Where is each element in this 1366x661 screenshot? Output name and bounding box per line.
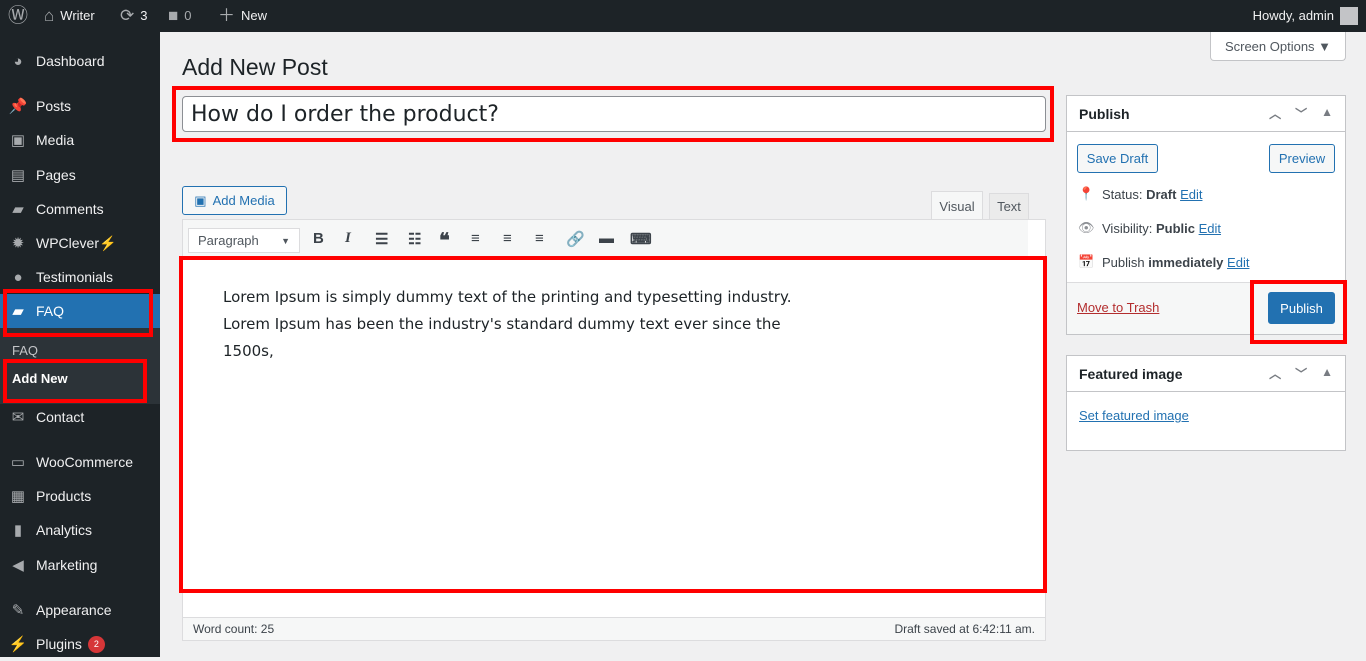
chevron-up-icon[interactable]: ︿ (1269, 105, 1281, 122)
plug-icon: ⚡ (8, 636, 28, 653)
sidebar-item-dashboard[interactable]: ◕ Dashboard (0, 44, 160, 78)
post-title-input[interactable] (182, 96, 1046, 132)
update-badge: 2 (87, 635, 105, 653)
bold-icon[interactable]: B (313, 230, 324, 247)
pin-icon: 📌 (8, 98, 28, 115)
sidebar-item-marketing[interactable]: ◀ Marketing (0, 548, 160, 582)
comment-icon: ■ (168, 6, 179, 25)
align-left-icon[interactable]: ≡ (471, 230, 480, 247)
sidebar-item-pages[interactable]: ▤ Pages (0, 158, 160, 192)
sidebar-item-plugins[interactable]: ⚡ Plugins 2 (0, 627, 160, 661)
chevron-up-icon[interactable]: ︿ (1269, 365, 1281, 382)
bulb-icon: ✹ (11, 235, 25, 252)
format-select[interactable]: Paragraph ▼ (188, 228, 300, 253)
featured-image-title: Featured image (1079, 365, 1183, 382)
brush-icon: ✎ (11, 602, 25, 619)
status-row: 📍 Status: Draft Edit (1078, 186, 1203, 202)
sidebar-item-appearance[interactable]: ✎ Appearance (0, 593, 160, 627)
editor-container (182, 219, 1046, 641)
align-right-icon[interactable]: ≡ (535, 230, 544, 247)
schedule-row: 📅 Publish immediately Edit (1078, 254, 1250, 270)
plus-icon: ＋ (218, 6, 235, 25)
account-menu[interactable]: Howdy, admin (1253, 0, 1358, 32)
sidebar-item-wpclever[interactable]: ✹ WPClever⚡ (0, 226, 160, 260)
updates-link[interactable]: ⟳ 3 (120, 0, 147, 32)
avatar (1340, 7, 1358, 25)
sidebar-item-products[interactable]: ▦ Products (0, 479, 160, 513)
page-title: Add New Post (182, 54, 328, 80)
toolbar-toggle-icon[interactable]: ⌨ (630, 230, 652, 248)
sidebar-item-contact[interactable]: ✉ Contact (0, 400, 160, 434)
comment-icon: ▰ (12, 201, 24, 218)
bullet-list-icon[interactable]: ☰ (375, 230, 388, 248)
user-icon: ● (13, 268, 23, 286)
publish-box-title: Publish (1079, 105, 1130, 122)
publish-button[interactable]: Publish (1268, 292, 1335, 324)
set-featured-image-link[interactable]: Set featured image (1079, 408, 1189, 423)
comments-link[interactable]: ■ 0 (168, 0, 192, 32)
chevron-down-icon[interactable]: ﹀ (1295, 105, 1307, 122)
align-center-icon[interactable]: ≡ (503, 230, 512, 247)
media-icon: ▣ (194, 192, 207, 208)
sidebar-item-media[interactable]: ▣ Media (0, 123, 160, 157)
toggle-panel-icon[interactable]: ▲ (1321, 105, 1333, 122)
archive-icon: ▦ (10, 488, 26, 505)
preview-button[interactable]: Preview (1269, 144, 1335, 173)
wordpress-logo-icon[interactable]: Ⓦ (8, 0, 28, 32)
site-link[interactable]: ⌂ Writer (44, 0, 95, 32)
dashboard-icon: ◕ (13, 52, 23, 70)
edit-status-link[interactable]: Edit (1180, 187, 1202, 202)
link-icon[interactable]: 🔗 (566, 230, 585, 248)
autosave-status: Draft saved at 6:42:11 am. (894, 622, 1035, 636)
tab-visual[interactable]: Visual (931, 191, 983, 220)
save-draft-button[interactable]: Save Draft (1077, 144, 1158, 173)
admin-bar: Ⓦ ⌂ Writer ⟳ 3 ■ 0 ＋ New Howdy, admin (0, 0, 1366, 32)
visibility-row: 👁 Visibility: Public Edit (1078, 220, 1222, 236)
sidebar-item-analytics[interactable]: ▮ Analytics (0, 513, 160, 547)
pages-icon: ▤ (10, 167, 26, 184)
word-count: Word count: 25 (193, 622, 275, 636)
calendar-icon: 📅 (1078, 254, 1095, 269)
faq-submenu (0, 328, 160, 404)
folder-icon: ▰ (12, 303, 24, 320)
toggle-panel-icon[interactable]: ▲ (1321, 365, 1333, 382)
add-media-button[interactable]: ▣ Add Media (182, 186, 287, 215)
woo-icon: ▭ (10, 454, 26, 471)
move-to-trash-link[interactable]: Move to Trash (1077, 300, 1159, 315)
edit-visibility-link[interactable]: Edit (1199, 221, 1221, 236)
chevron-down-icon[interactable]: ﹀ (1295, 365, 1307, 382)
chart-icon: ▮ (13, 522, 23, 539)
blockquote-icon[interactable]: ❝ (439, 228, 450, 253)
new-content-link[interactable]: ＋ New (218, 0, 267, 32)
submenu-faq[interactable]: FAQ (12, 343, 38, 358)
submenu-add-new[interactable]: Add New (12, 371, 68, 386)
read-more-icon[interactable]: ▬ (599, 230, 614, 247)
editor-status-bar: Word count: 25 Draft saved at 6:42:11 am… (183, 617, 1045, 640)
refresh-icon: ⟳ (120, 6, 135, 25)
pin-icon: 📍 (1078, 186, 1095, 201)
numbered-list-icon[interactable]: ☷ (408, 230, 421, 248)
editor-content[interactable]: Lorem Ipsum is simply dummy text of the … (223, 284, 813, 365)
sidebar-item-faq[interactable]: ▰ FAQ (0, 294, 160, 328)
megaphone-icon: ◀ (12, 557, 24, 574)
media-icon: ▣ (10, 132, 26, 149)
edit-schedule-link[interactable]: Edit (1227, 255, 1249, 270)
screen-options-button[interactable]: Screen Options ▼ (1210, 32, 1346, 61)
home-icon: ⌂ (44, 6, 55, 25)
featured-image-box: Featured image ︿ ﹀ ▲ Set featured image (1066, 355, 1346, 451)
tab-text[interactable]: Text (989, 193, 1029, 220)
eye-icon: 👁 (1078, 220, 1095, 235)
sidebar-item-comments[interactable]: ▰ Comments (0, 192, 160, 226)
chevron-down-icon: ▼ (281, 235, 290, 246)
sidebar-item-testimonials[interactable]: ● Testimonials (0, 260, 160, 294)
sidebar-item-woocommerce[interactable]: ▭ WooCommerce (0, 445, 160, 479)
sidebar-item-posts[interactable]: 📌 Posts (0, 89, 160, 123)
mail-icon: ✉ (11, 409, 25, 426)
italic-icon[interactable]: I (345, 230, 351, 247)
